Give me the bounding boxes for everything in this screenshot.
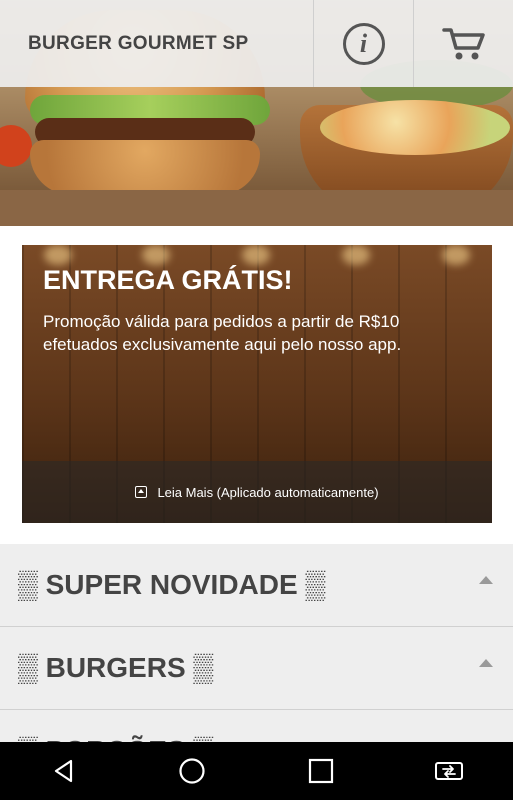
category-label: ▒ BURGERS ▒ bbox=[18, 652, 214, 683]
cart-button[interactable] bbox=[413, 0, 513, 87]
tomato-graphic bbox=[0, 125, 32, 167]
chevron-up-icon bbox=[479, 576, 493, 584]
screen-rotate-icon bbox=[434, 762, 463, 780]
screen-rotate-button[interactable] bbox=[419, 742, 479, 800]
brand-title: BURGER GOURMET SP bbox=[28, 32, 249, 54]
info-button[interactable]: i bbox=[313, 0, 413, 87]
cart-icon bbox=[441, 27, 485, 59]
recents-button[interactable] bbox=[291, 742, 351, 800]
back-button[interactable] bbox=[34, 742, 94, 800]
top-bar: BURGER GOURMET SP i bbox=[0, 0, 513, 87]
read-more-label: Leia Mais (Aplicado automaticamente) bbox=[157, 484, 379, 500]
system-nav-bar bbox=[0, 742, 513, 800]
wood-board bbox=[0, 190, 513, 226]
category-super-novidade[interactable]: ▒ SUPER NOVIDADE ▒ bbox=[0, 544, 513, 627]
promo-description: Promoção válida para pedidos a partir de… bbox=[43, 312, 402, 354]
expand-up-icon bbox=[135, 486, 148, 498]
category-label: ▒ SUPER NOVIDADE ▒ bbox=[18, 569, 326, 600]
burger-bun-bottom bbox=[30, 140, 260, 195]
chevron-up-icon bbox=[479, 659, 493, 667]
back-icon bbox=[55, 759, 73, 783]
home-icon bbox=[179, 758, 205, 784]
read-more-button[interactable]: Leia Mais (Aplicado automaticamente) bbox=[22, 461, 492, 523]
promo-card[interactable]: ENTREGA GRÁTIS! Promoção válida para ped… bbox=[22, 245, 492, 523]
salad-graphic bbox=[320, 100, 510, 155]
home-button[interactable] bbox=[162, 742, 222, 800]
promo-title: ENTREGA GRÁTIS! bbox=[43, 265, 293, 295]
info-icon: i bbox=[342, 22, 385, 65]
category-burgers[interactable]: ▒ BURGERS ▒ bbox=[0, 627, 513, 710]
recents-icon bbox=[308, 758, 333, 784]
